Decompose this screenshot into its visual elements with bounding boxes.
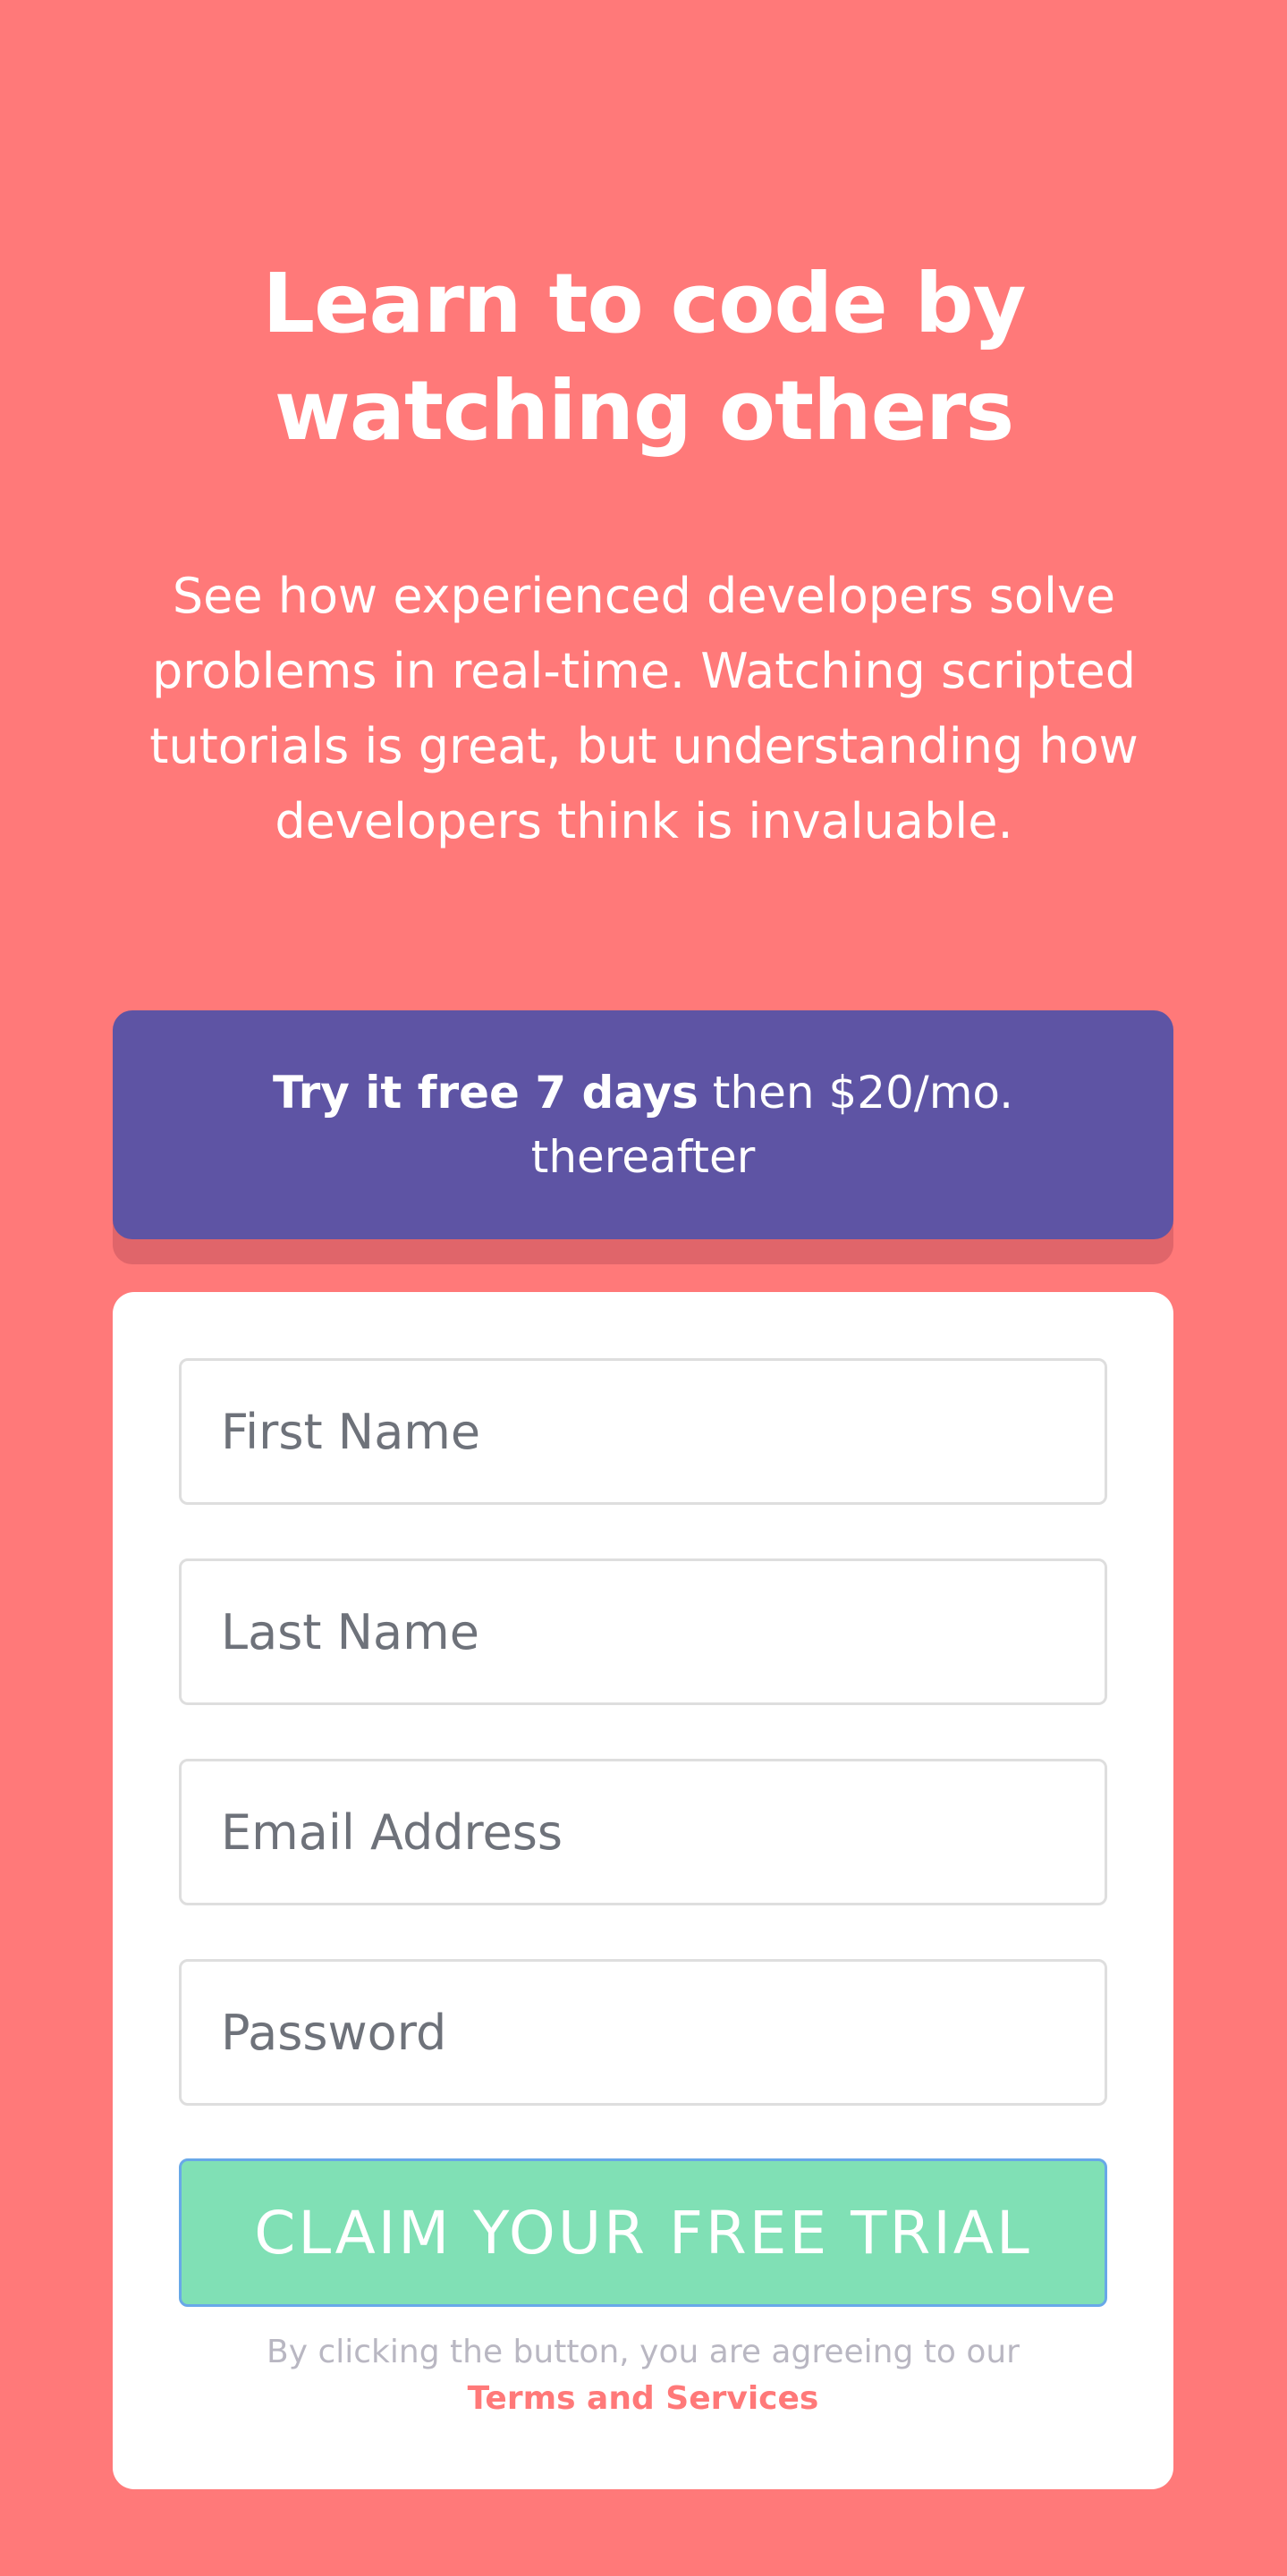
last-name-input[interactable] [179,1558,1107,1705]
promo-bold-text: Try it free 7 days [272,1067,699,1119]
terms-notice: By clicking the button, you are agreeing… [179,2329,1107,2422]
page-title: Learn to code by watching others [262,256,1026,459]
promo-banner: Try it free 7 days then $20/mo. thereaft… [113,1010,1173,1239]
email-input[interactable] [179,1759,1107,1905]
hero-description: See how experienced developers solve pro… [149,568,1139,849]
claim-free-trial-button[interactable]: CLAIM YOUR FREE TRIAL [179,2158,1107,2307]
promo-second-line: thereafter [530,1131,756,1183]
terms-link[interactable]: Terms and Services [179,2376,1107,2422]
terms-text: By clicking the button, you are agreeing… [267,2334,1020,2370]
signup-form: CLAIM YOUR FREE TRIAL By clicking the bu… [113,1292,1173,2489]
first-name-input[interactable] [179,1358,1107,1505]
promo-rest-text: then $20/mo. [712,1067,1014,1119]
password-input[interactable] [179,1959,1107,2106]
